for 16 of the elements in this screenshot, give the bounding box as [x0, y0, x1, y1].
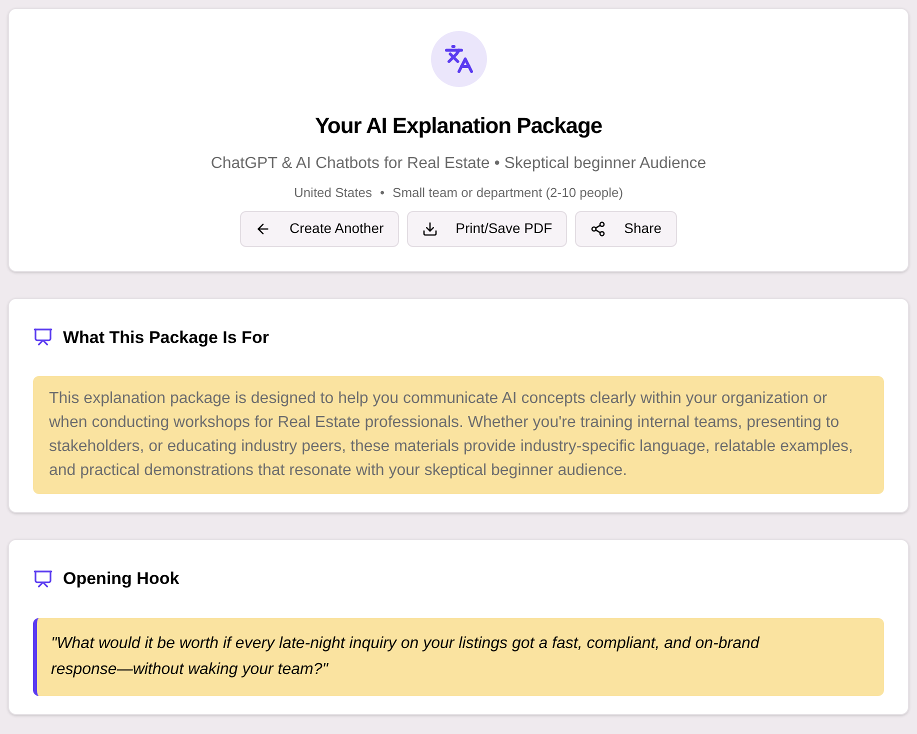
page-title: Your AI Explanation Package [314, 112, 602, 140]
description-text: This explanation package is designed to help you communicate AI concepts clearly within your organization or when conducting workshops for Real Estate professionals. Whether you're training internal teams, presenting to stakeholders, or educating industry peers, these materials provide industry-specific language, relatable examples, and practical demonstrations that resonate with your skeptical beginner audience. [49, 389, 854, 481]
separator-dot: • [380, 184, 385, 202]
section-title: What This Package Is For [63, 326, 269, 349]
team-size-text: Small team or department (2-10 people) [392, 184, 624, 202]
action-button[interactable]: Create Another [240, 210, 399, 246]
country-text: United States [294, 184, 372, 202]
section-title: Opening Hook [63, 568, 180, 590]
action-button[interactable]: Share [575, 210, 676, 246]
presentation-icon [33, 568, 53, 589]
action-button[interactable]: Print/Save PDF [406, 210, 568, 246]
subtitle: ChatGPT & AI Chatbots for Real Estate • Skeptical beginner Audience [210, 154, 706, 174]
presentation-icon [33, 327, 53, 348]
share-icon [590, 220, 606, 236]
download-icon [422, 220, 438, 236]
quote-text: "What would it be worth if every late-night inquiry on your listings got a fast, compliant, and on-brand response—without waking your team?" [51, 634, 761, 680]
